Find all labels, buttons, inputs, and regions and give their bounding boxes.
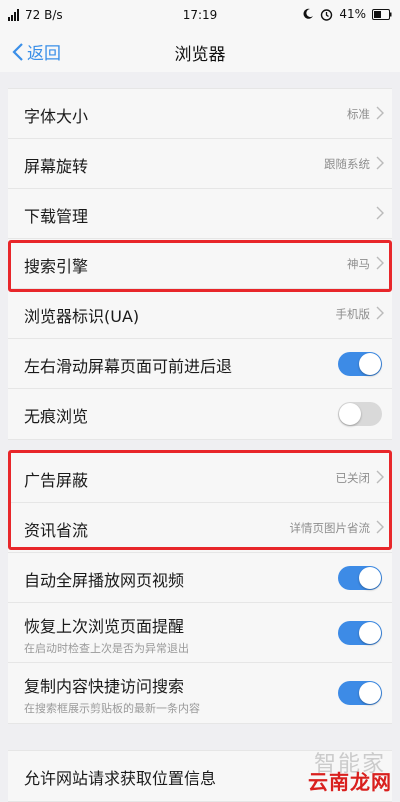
restore-session-toggle[interactable] — [338, 621, 382, 645]
toggle-knob — [359, 567, 381, 589]
chevron-right-icon — [376, 306, 384, 320]
incognito-toggle[interactable] — [338, 402, 382, 426]
toggle-knob — [359, 353, 381, 375]
chevron-right-icon — [376, 106, 384, 120]
toggle-knob — [359, 682, 381, 704]
settings-group-1: 字体大小 标准 屏幕旋转 跟随系统 下载管理 搜索引擎 神马 浏览器标识(UA)… — [8, 88, 392, 440]
data-saving-item[interactable]: 资讯省流 详情页图片省流 — [8, 503, 392, 553]
screen-rotation-item[interactable]: 屏幕旋转 跟随系统 — [8, 139, 392, 189]
moon-icon — [303, 8, 314, 19]
swipe-navigation-toggle[interactable] — [338, 352, 382, 376]
chevron-right-icon — [376, 520, 384, 534]
clipboard-search-item: 复制内容快捷访问搜索 在搜索框展示剪贴板的最新一条内容 — [8, 663, 392, 723]
nav-bar: 返回 浏览器 — [0, 32, 400, 72]
item-label: 恢复上次浏览页面提醒 — [24, 617, 185, 636]
user-agent-item[interactable]: 浏览器标识(UA) 手机版 — [8, 289, 392, 339]
chevron-right-icon — [376, 156, 384, 170]
item-value: 神马 — [347, 257, 370, 271]
toggle-knob — [339, 403, 361, 425]
swipe-navigation-item: 左右滑动屏幕页面可前进后退 — [8, 339, 392, 389]
item-label: 广告屏蔽 — [24, 471, 89, 490]
item-label: 左右滑动屏幕页面可前进后退 — [24, 357, 233, 376]
item-label: 字体大小 — [24, 107, 89, 126]
battery-percent: 41% — [339, 7, 366, 21]
item-value: 标准 — [347, 107, 370, 121]
item-value: 已关闭 — [335, 471, 371, 485]
auto-fullscreen-toggle[interactable] — [338, 566, 382, 590]
status-bar: 72 B/s 17:19 41% — [0, 0, 400, 32]
download-manager-item[interactable]: 下载管理 — [8, 189, 392, 239]
item-label: 搜索引擎 — [24, 257, 89, 276]
item-label: 复制内容快捷访问搜索 — [24, 677, 185, 696]
item-value: 跟随系统 — [324, 157, 370, 171]
chevron-right-icon — [376, 256, 384, 270]
search-engine-item[interactable]: 搜索引擎 神马 — [8, 239, 392, 289]
chevron-right-icon — [376, 470, 384, 484]
item-label: 浏览器标识(UA) — [24, 307, 140, 326]
incognito-item: 无痕浏览 — [8, 389, 392, 439]
item-label: 资讯省流 — [24, 521, 89, 540]
item-label: 无痕浏览 — [24, 407, 89, 426]
toggle-knob — [359, 622, 381, 644]
item-subtitle: 在搜索框展示剪贴板的最新一条内容 — [24, 702, 200, 715]
item-value: 详情页图片省流 — [289, 521, 371, 535]
item-label: 自动全屏播放网页视频 — [24, 571, 185, 590]
clipboard-search-toggle[interactable] — [338, 681, 382, 705]
chevron-right-icon — [376, 206, 384, 220]
alarm-icon — [321, 8, 333, 21]
font-size-item[interactable]: 字体大小 标准 — [8, 89, 392, 139]
auto-fullscreen-video-item: 自动全屏播放网页视频 — [8, 553, 392, 603]
page-title: 浏览器 — [174, 45, 226, 65]
watermark-bottom: 云南龙网 — [308, 770, 392, 794]
ad-block-item[interactable]: 广告屏蔽 已关闭 — [8, 453, 392, 503]
item-label: 屏幕旋转 — [24, 157, 89, 176]
item-subtitle: 在启动时检查上次是否为异常退出 — [24, 642, 189, 655]
item-value: 手机版 — [335, 307, 371, 321]
item-label: 下载管理 — [24, 207, 89, 226]
restore-session-item: 恢复上次浏览页面提醒 在启动时检查上次是否为异常退出 — [8, 603, 392, 663]
status-right: 41% — [302, 7, 392, 21]
battery-icon — [372, 8, 392, 20]
watermark: 智能家 云南龙网 — [272, 746, 392, 796]
item-label: 允许网站请求获取位置信息 — [24, 769, 217, 788]
settings-group-2: 广告屏蔽 已关闭 资讯省流 详情页图片省流 自动全屏播放网页视频 恢复上次浏览页… — [8, 452, 392, 724]
